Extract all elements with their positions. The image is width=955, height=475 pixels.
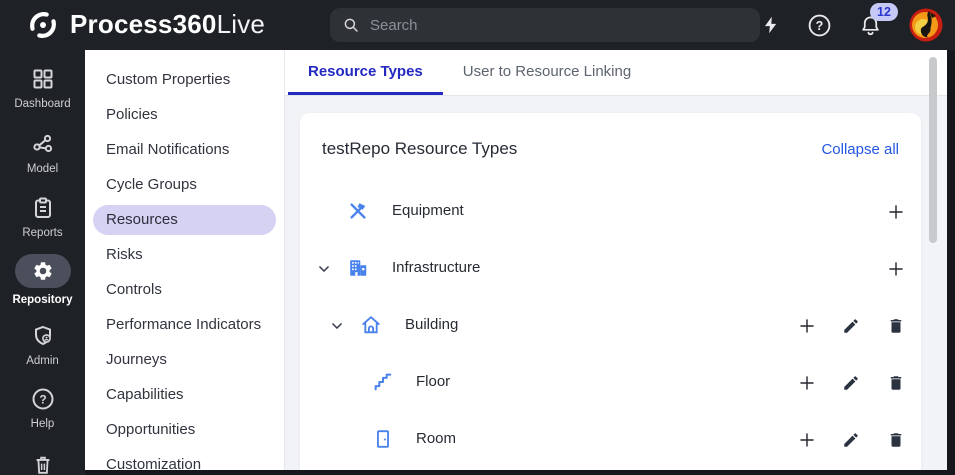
panel-title: testRepo Resource Types	[322, 139, 518, 158]
add-resource-type-button[interactable]	[884, 257, 908, 281]
search-icon	[344, 18, 358, 32]
submenu-item-customization[interactable]: Customization	[93, 450, 276, 475]
sidebar-item-repository[interactable]: Repository	[0, 254, 85, 306]
add-resource-type-button[interactable]	[795, 428, 819, 452]
help-icon[interactable]: ?	[807, 13, 832, 38]
svg-text:?: ?	[39, 392, 46, 406]
add-resource-type-button[interactable]	[795, 314, 819, 338]
svg-text:?: ?	[816, 18, 824, 32]
tree-row-infrastructure: Infrastructure	[300, 249, 921, 289]
add-resource-type-button[interactable]	[795, 371, 819, 395]
delete-button[interactable]	[884, 428, 908, 452]
submenu-item-controls[interactable]: Controls	[93, 275, 276, 305]
top-bar: Process360Live ? 12	[0, 0, 955, 50]
resource-type-label: Infrastructure	[392, 259, 481, 276]
submenu-item-capabilities[interactable]: Capabilities	[93, 380, 276, 410]
reports-clipboard-icon	[0, 195, 85, 221]
active-pill	[14, 254, 71, 288]
primary-sidebar: Dashboard Model Reports Repository Admin…	[0, 50, 85, 475]
app-title: Process360Live	[70, 9, 266, 39]
sidebar-item-trash[interactable]	[0, 452, 85, 475]
edit-button[interactable]	[839, 314, 863, 338]
repository-submenu: Custom Properties Policies Email Notific…	[85, 50, 285, 473]
submenu-item-cycle-groups[interactable]: Cycle Groups	[93, 170, 276, 200]
sidebar-item-dashboard[interactable]: Dashboard	[0, 66, 85, 110]
building-icon	[350, 260, 367, 276]
bell-icon[interactable]: 12	[859, 2, 898, 38]
search-bar[interactable]	[330, 8, 760, 42]
stairs-icon	[374, 373, 392, 391]
submenu-item-resources[interactable]: Resources	[93, 205, 276, 235]
tools-icon	[350, 203, 366, 219]
sidebar-item-model[interactable]: Model	[0, 131, 85, 175]
chevron-down-icon[interactable]	[317, 262, 331, 276]
admin-shield-icon	[0, 323, 85, 349]
tree-row-room: Room	[300, 420, 921, 460]
tab-strip: Resource Types User to Resource Linking	[285, 50, 947, 96]
scrollbar-thumb[interactable]	[929, 57, 937, 243]
trash-icon	[0, 452, 85, 475]
submenu-item-custom-properties[interactable]: Custom Properties	[93, 65, 276, 95]
collapse-all-link[interactable]: Collapse all	[821, 141, 899, 158]
dashboard-grid-icon	[0, 66, 85, 92]
resource-type-label: Floor	[416, 373, 451, 390]
submenu-item-risks[interactable]: Risks	[93, 240, 276, 270]
resource-type-label: Room	[416, 430, 457, 447]
submenu-item-policies[interactable]: Policies	[93, 100, 276, 130]
search-input[interactable]	[370, 16, 748, 34]
tree-row-equipment: Equipment	[300, 192, 921, 232]
submenu-item-performance-indicators[interactable]: Performance Indicators	[93, 310, 276, 340]
submenu-item-journeys[interactable]: Journeys	[93, 345, 276, 375]
tab-user-to-resource-linking[interactable]: User to Resource Linking	[443, 50, 651, 95]
home-icon	[362, 316, 380, 334]
resource-types-panel: testRepo Resource Types Collapse all Equ…	[300, 113, 921, 470]
delete-button[interactable]	[884, 371, 908, 395]
notification-badge: 12	[870, 2, 898, 21]
resource-type-label: Equipment	[392, 202, 464, 219]
sidebar-item-reports[interactable]: Reports	[0, 195, 85, 239]
edit-button[interactable]	[839, 371, 863, 395]
avatar[interactable]	[909, 8, 943, 42]
submenu-item-opportunities[interactable]: Opportunities	[93, 415, 276, 445]
delete-button[interactable]	[884, 314, 908, 338]
tab-resource-types[interactable]: Resource Types	[288, 50, 443, 95]
submenu-item-email-notifications[interactable]: Email Notifications	[93, 135, 276, 165]
sidebar-item-admin[interactable]: Admin	[0, 323, 85, 367]
main-content: Resource Types User to Resource Linking …	[285, 50, 947, 470]
edit-button[interactable]	[839, 428, 863, 452]
tree-row-floor: Floor	[300, 363, 921, 403]
logo-atom-icon	[30, 12, 56, 38]
tree-row-building: Building	[300, 306, 921, 346]
door-icon	[377, 430, 389, 448]
sidebar-item-help[interactable]: ? Help	[0, 386, 85, 430]
help-circle-icon: ?	[0, 386, 85, 412]
resource-type-label: Building	[405, 316, 459, 333]
chevron-down-icon[interactable]	[330, 319, 344, 333]
add-resource-type-button[interactable]	[884, 200, 908, 224]
model-nodes-icon	[0, 131, 85, 157]
lightning-icon[interactable]	[762, 14, 780, 36]
gear-icon	[33, 262, 52, 280]
